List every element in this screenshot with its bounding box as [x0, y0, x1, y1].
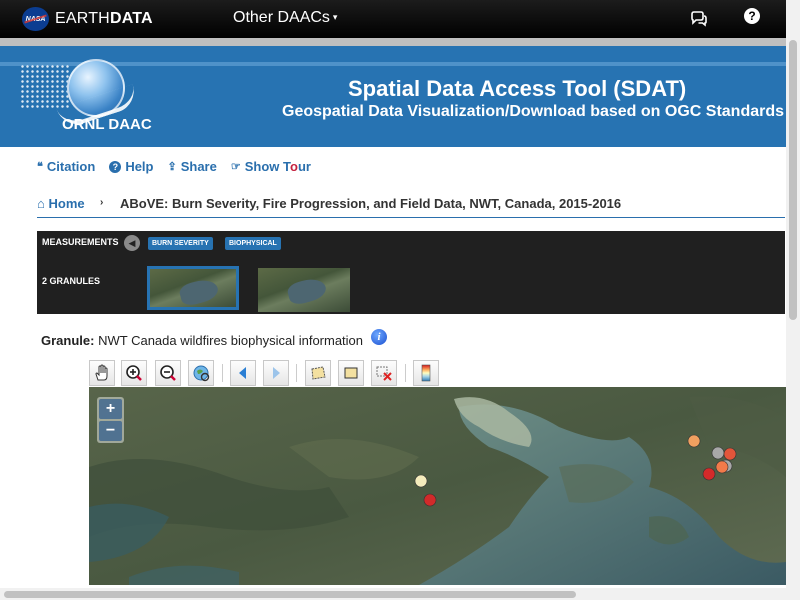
- tour-label-highlight: o: [289, 159, 298, 174]
- toolbar-divider: [222, 364, 223, 382]
- color-ramp-icon: [421, 364, 431, 382]
- horizontal-scrollbar-thumb[interactable]: [4, 591, 576, 598]
- logo-dot-grid: [20, 64, 70, 108]
- pointer-icon: ☞: [230, 161, 241, 173]
- pan-hand-icon: [95, 364, 108, 381]
- brand-prefix: EARTH: [55, 10, 110, 27]
- measurements-label: MEASUREMENTS: [42, 237, 119, 247]
- full-extent-button[interactable]: [188, 360, 214, 386]
- map-point[interactable]: [687, 434, 701, 448]
- map-zoom-out-button[interactable]: −: [99, 421, 122, 441]
- sample-points-layer: [414, 434, 737, 507]
- home-icon: ⌂: [37, 196, 45, 211]
- action-links: ❝ Citation ? Help ⇪ Share ☞ Show Tour: [37, 159, 311, 174]
- breadcrumb-home[interactable]: ⌂ Home: [37, 196, 85, 211]
- clear-selection-button[interactable]: [371, 360, 397, 386]
- show-tour-link[interactable]: ☞ Show Tour: [231, 159, 311, 174]
- citation-label: Citation: [46, 159, 96, 174]
- page: NASA EARTHDATA Other DAACs ▾ ? ORNL DAAC …: [0, 0, 800, 600]
- zoom-in-button[interactable]: [121, 360, 147, 386]
- granule-thumbnail-1[interactable]: [147, 266, 239, 310]
- info-icon[interactable]: i: [371, 329, 387, 345]
- chevron-down-icon: ▾: [332, 12, 338, 22]
- previous-extent-button[interactable]: [230, 360, 256, 386]
- breadcrumb: ⌂ Home › ABoVE: Burn Severity, Fire Prog…: [37, 196, 785, 218]
- banner-stripe: [0, 62, 786, 66]
- citation-link[interactable]: ❝ Citation: [37, 159, 95, 174]
- chat-icon[interactable]: [690, 11, 708, 27]
- granule-name: NWT Canada wildfires biophysical informa…: [98, 333, 364, 348]
- help-icon[interactable]: ?: [744, 8, 760, 24]
- zoom-out-icon: [160, 365, 176, 381]
- page-title: Spatial Data Access Tool (SDAT): [348, 76, 687, 101]
- map-view[interactable]: [89, 387, 786, 585]
- ornl-daac-logo-text[interactable]: ORNL DAAC: [62, 116, 152, 133]
- toolbar-divider: [296, 364, 297, 382]
- tag-biophysical[interactable]: BIOPHYSICAL: [225, 237, 281, 250]
- next-extent-icon: [273, 367, 280, 379]
- map-point[interactable]: [711, 446, 725, 460]
- help-link[interactable]: ? Help: [109, 159, 153, 174]
- map-point[interactable]: [715, 460, 729, 474]
- other-daacs-dropdown[interactable]: Other DAACs ▾: [233, 9, 337, 27]
- brand-bold: DATA: [109, 10, 153, 27]
- next-extent-button[interactable]: [263, 360, 289, 386]
- other-daacs-label: Other DAACs: [233, 9, 330, 26]
- granule-thumbnail-2[interactable]: [258, 268, 350, 312]
- zoom-out-button[interactable]: [155, 360, 181, 386]
- quote-icon: ❝: [37, 161, 43, 173]
- toolbar-divider: [405, 364, 406, 382]
- share-label: Share: [180, 159, 217, 174]
- help-label: Help: [125, 159, 154, 174]
- show-tour-label: Show Tour: [245, 159, 311, 174]
- question-circle-icon: ?: [109, 160, 122, 173]
- chevron-right-icon: ›: [100, 197, 104, 208]
- select-box-icon: [344, 367, 358, 379]
- measurements-panel: MEASUREMENTS ◀ BURN SEVERITY BIOPHYSICAL…: [37, 231, 785, 314]
- top-nav: NASA EARTHDATA Other DAACs ▾ ?: [0, 0, 800, 38]
- granules-count-label: 2 GRANULES: [42, 276, 101, 286]
- map-point[interactable]: [414, 474, 428, 488]
- share-icon: ⇪: [167, 161, 177, 173]
- pan-tool-button[interactable]: [89, 360, 115, 386]
- share-link[interactable]: ⇪ Share: [167, 159, 216, 174]
- map-zoom-in-button[interactable]: +: [99, 399, 122, 419]
- nasa-logo-text: NASA: [25, 15, 46, 23]
- home-label: Home: [48, 196, 85, 211]
- select-box-button[interactable]: [338, 360, 364, 386]
- granule-title: Granule: NWT Canada wildfires biophysica…: [41, 333, 363, 348]
- full-extent-icon: [193, 365, 210, 382]
- breadcrumb-current: ABoVE: Burn Severity, Fire Progression, …: [120, 196, 622, 211]
- color-ramp-button[interactable]: [413, 360, 439, 386]
- map-point[interactable]: [723, 447, 737, 461]
- earthdata-brand[interactable]: EARTHDATA: [55, 10, 153, 28]
- map-zoom-control: + −: [97, 397, 124, 443]
- vertical-scrollbar-thumb[interactable]: [789, 40, 797, 320]
- tour-label-part-b: ur: [297, 159, 311, 174]
- map-point[interactable]: [702, 467, 716, 481]
- zoom-in-icon: [126, 365, 142, 381]
- tour-label-part-a: Show T: [244, 159, 290, 174]
- select-polygon-icon: [311, 366, 326, 380]
- nasa-logo[interactable]: NASA: [22, 7, 49, 31]
- tag-burn-severity[interactable]: BURN SEVERITY: [148, 237, 213, 250]
- granule-label: Granule:: [41, 333, 95, 348]
- clear-selection-icon: [376, 366, 392, 381]
- page-subtitle: Geospatial Data Visualization/Download b…: [282, 103, 785, 120]
- select-polygon-button[interactable]: [305, 360, 331, 386]
- collapse-arrow-icon[interactable]: ◀: [124, 235, 140, 251]
- previous-extent-icon: [239, 367, 246, 379]
- banner: ORNL DAAC Spatial Data Access Tool (SDAT…: [0, 46, 786, 147]
- map-point[interactable]: [423, 493, 437, 507]
- nav-divider: [0, 38, 786, 46]
